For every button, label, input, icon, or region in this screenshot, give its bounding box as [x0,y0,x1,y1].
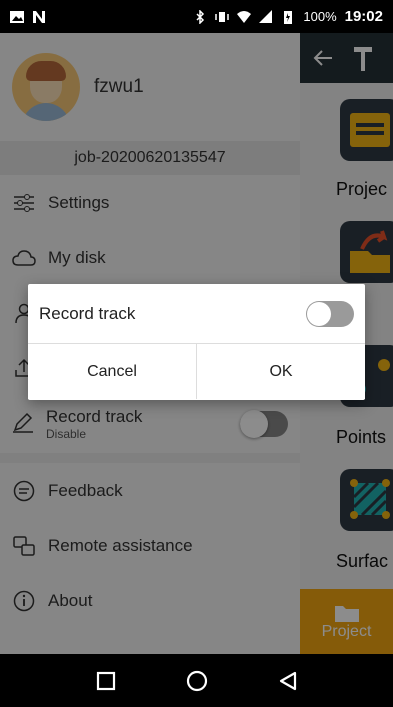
n-notification-icon [33,10,45,23]
cancel-button[interactable]: Cancel [28,344,196,399]
status-bar: 100% 19:02 [0,0,393,33]
image-notification-icon [10,10,24,23]
home-button[interactable] [182,666,212,696]
vibrate-icon [215,11,230,22]
dialog-option-row: Record track [28,284,365,344]
system-nav-bar [0,654,393,707]
dialog-buttons: Cancel OK [28,344,365,399]
dialog-title: Record track [39,303,136,323]
back-button[interactable] [273,666,303,696]
signal-icon [259,9,273,23]
status-right: 100% 19:02 [193,8,383,25]
square-icon [96,671,115,690]
triangle-back-icon [279,671,296,690]
bluetooth-icon [196,9,205,24]
clock: 19:02 [344,8,383,25]
circle-icon [186,670,207,691]
ok-button[interactable]: OK [196,344,365,399]
battery-percent: 100% [303,9,337,24]
battery-icon [284,10,293,24]
status-left [10,10,46,24]
wifi-icon [237,10,252,23]
record-track-dialog: Record track Cancel OK [28,284,365,400]
dialog-record-track-toggle[interactable] [306,300,354,327]
recents-button[interactable] [91,666,121,696]
